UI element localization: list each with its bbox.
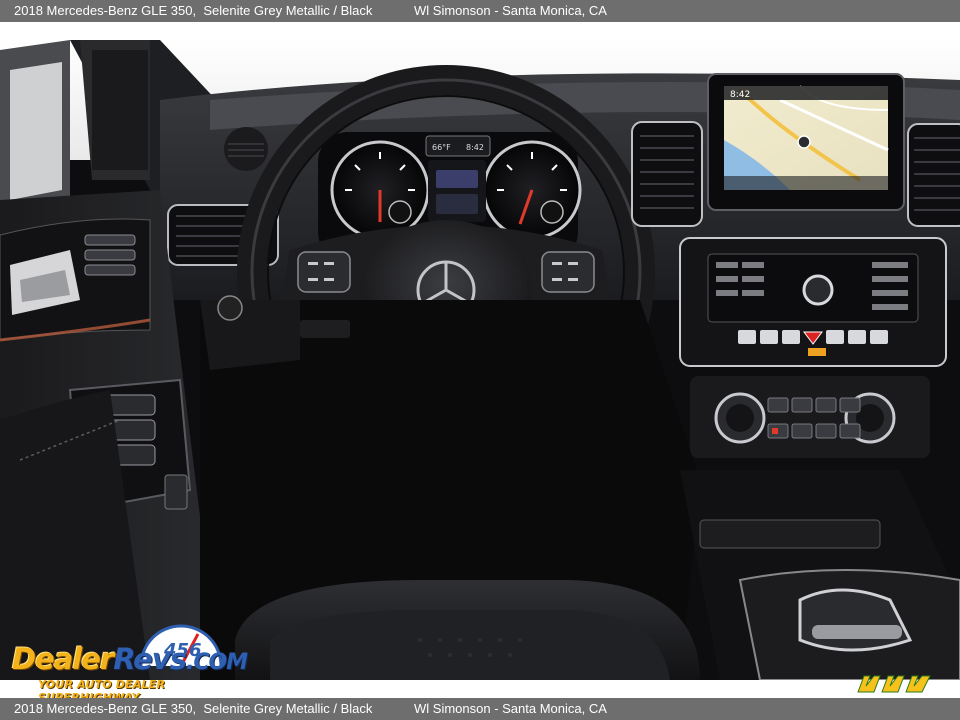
vehicle-caption-bottom: 2018 Mercedes-Benz GLE 350, Selenite Gre… bbox=[14, 701, 373, 716]
wm-logo-icon bbox=[857, 675, 931, 693]
cluster-time: 8:42 bbox=[466, 143, 484, 152]
vehicle-interior-photo: 66°F 8:42 8:42 bbox=[0, 40, 960, 680]
dealerrevs-watermark: 456 DealerRevs.COM YOUR AUTO DEALER SUPE… bbox=[10, 620, 270, 704]
vehicle-caption: 2018 Mercedes-Benz GLE 350, Selenite Gre… bbox=[14, 3, 373, 18]
center-air-vent bbox=[631, 121, 703, 227]
cluster-temp: 66°F bbox=[432, 143, 451, 152]
dealerrevs-wordmark: DealerRevs.COM bbox=[12, 642, 248, 676]
control-knob bbox=[802, 274, 834, 306]
caption-bar-bottom: 2018 Mercedes-Benz GLE 350, Selenite Gre… bbox=[0, 698, 960, 720]
screen-clock: 8:42 bbox=[730, 90, 750, 100]
caption-bar-top: 2018 Mercedes-Benz GLE 350, Selenite Gre… bbox=[0, 0, 960, 22]
dealer-caption: Wl Simonson - Santa Monica, CA bbox=[414, 3, 607, 18]
dealer-caption-bottom: Wl Simonson - Santa Monica, CA bbox=[414, 701, 607, 716]
